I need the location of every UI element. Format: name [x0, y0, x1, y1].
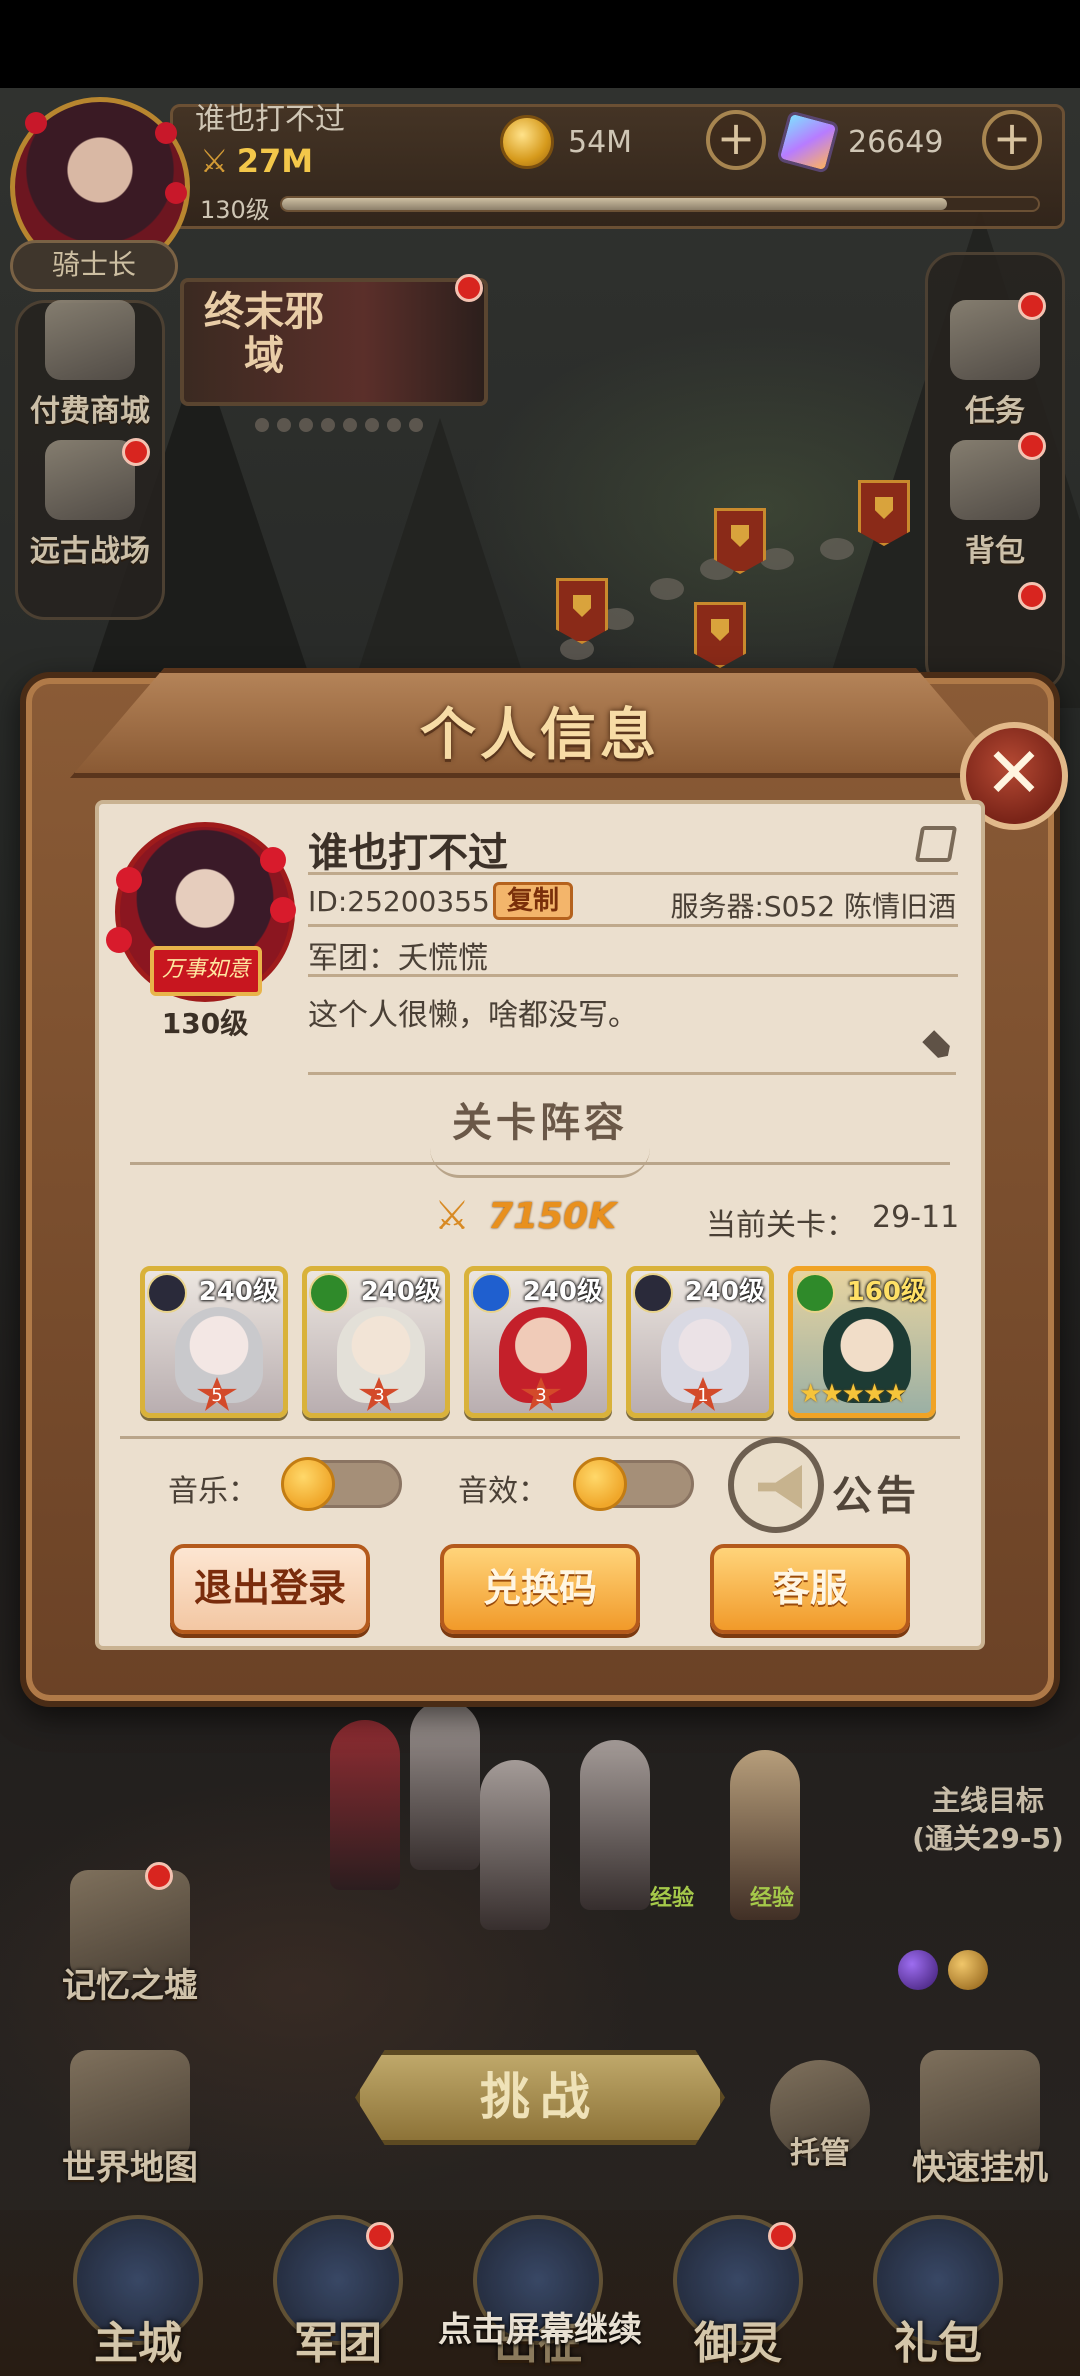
status-bar [0, 0, 1080, 92]
edit-name-icon[interactable] [914, 826, 958, 862]
hero-card[interactable]: 240级 3 [302, 1266, 450, 1418]
crossed-swords-icon: ⚔ [434, 1193, 470, 1239]
dialog-title: 个人信息 [420, 703, 660, 768]
hero-card[interactable]: 240级 3 [464, 1266, 612, 1418]
divider [120, 1436, 960, 1439]
divider [308, 1072, 956, 1075]
lineup-title: 关卡阵容 [452, 1100, 628, 1146]
music-label: 音乐： [168, 1474, 258, 1509]
sfx-toggle[interactable] [573, 1457, 694, 1511]
hero-level: 160级 [846, 1277, 927, 1307]
dark-element-icon [633, 1273, 673, 1313]
hero-star-rating: ★★★★★ [799, 1379, 908, 1409]
player-id: ID:25200355 [308, 885, 490, 918]
divider [308, 872, 958, 875]
logout-button[interactable]: 退出登录 [170, 1544, 370, 1634]
copy-id-button[interactable]: 复制 [493, 882, 573, 920]
announcement-button[interactable] [728, 1437, 824, 1533]
lineup-power: 7150K [488, 1196, 617, 1237]
close-icon: ✕ [984, 732, 1044, 814]
server-info: 服务器:S052 陈情旧酒 [670, 890, 956, 923]
profile-level: 130级 [161, 1007, 249, 1040]
hero-level: 240级 [684, 1277, 765, 1307]
profile-name: 谁也打不过 [308, 830, 508, 876]
announcement-label[interactable]: 公告 [832, 1463, 920, 1521]
divider [308, 924, 958, 927]
redeem-code-button[interactable]: 兑换码 [440, 1544, 640, 1634]
toggle-knob [573, 1457, 627, 1511]
nature-element-icon [795, 1273, 835, 1313]
ornament [430, 1148, 650, 1178]
toggle-knob [281, 1457, 335, 1511]
water-element-icon [471, 1273, 511, 1313]
dark-element-icon [147, 1273, 187, 1313]
customer-service-button[interactable]: 客服 [710, 1544, 910, 1634]
megaphone-icon [758, 1465, 802, 1509]
sfx-label: 音效： [458, 1474, 548, 1509]
current-stage-value: 29-11 [872, 1200, 960, 1235]
signature-text: 这个人很懒，啥都没写。 [308, 998, 638, 1033]
current-stage-label: 当前关卡： [706, 1208, 856, 1243]
music-toggle[interactable] [281, 1457, 402, 1511]
hero-level: 240级 [522, 1277, 603, 1307]
guild-name: 军团：夭慌慌 [308, 941, 488, 976]
hero-card[interactable]: 160级 ★★★★★ [788, 1266, 936, 1418]
hero-card[interactable]: 240级 5 [140, 1266, 288, 1418]
avatar-frame-plate: 万事如意 [150, 946, 262, 996]
divider [308, 974, 958, 977]
hero-level: 240级 [198, 1277, 279, 1307]
hero-card[interactable]: 240级 1 [626, 1266, 774, 1418]
nature-element-icon [309, 1273, 349, 1313]
hero-level: 240级 [360, 1277, 441, 1307]
